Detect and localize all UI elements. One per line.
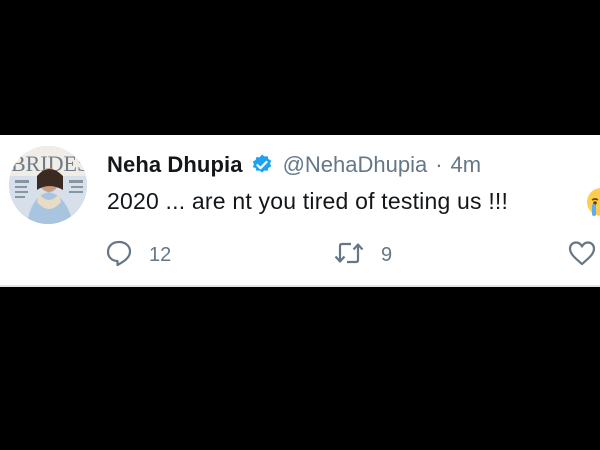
display-name[interactable]: Neha Dhupia bbox=[107, 152, 243, 178]
divider bbox=[0, 285, 600, 287]
tweet-text: 2020 ... are nt you tired of testing us … bbox=[107, 188, 509, 214]
user-handle[interactable]: @NehaDhupia bbox=[283, 152, 428, 178]
retweet-button[interactable]: 9 bbox=[333, 239, 392, 272]
like-button[interactable] bbox=[567, 239, 600, 272]
retweet-count: 9 bbox=[381, 244, 393, 266]
crying-face-emoji-icon bbox=[586, 187, 600, 217]
reply-count: 12 bbox=[149, 244, 172, 266]
retweet-arrows-icon bbox=[333, 239, 365, 272]
tweet-header: Neha Dhupia @NehaDhupia · 4m bbox=[107, 150, 481, 180]
reply-button[interactable]: 12 bbox=[105, 239, 171, 272]
avatar[interactable]: BRIDES bbox=[9, 146, 87, 224]
verified-badge-icon bbox=[250, 153, 274, 177]
timestamp[interactable]: 4m bbox=[451, 152, 482, 178]
separator-dot: · bbox=[435, 152, 443, 177]
heart-icon bbox=[567, 239, 597, 272]
speech-bubble-icon bbox=[105, 239, 133, 272]
avatar-image: BRIDES bbox=[9, 146, 87, 224]
